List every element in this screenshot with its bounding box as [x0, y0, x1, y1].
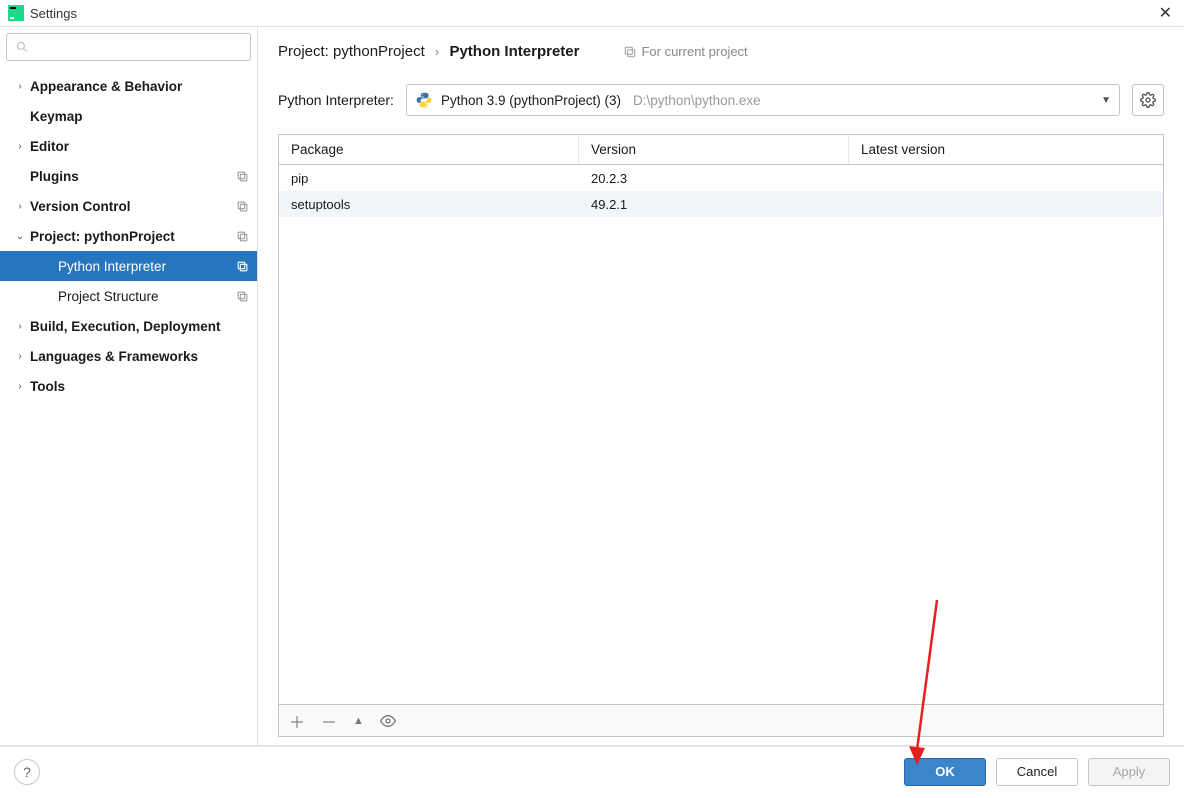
breadcrumb-project[interactable]: Project: pythonProject [278, 43, 425, 60]
sidebar-item-label: Project Structure [58, 289, 236, 304]
sidebar-item-keymap[interactable]: Keymap [0, 101, 257, 131]
project-scope-icon [236, 290, 249, 303]
python-icon [415, 91, 433, 109]
sidebar-item-label: Python Interpreter [58, 259, 236, 274]
chevron-icon: › [14, 141, 26, 152]
col-package[interactable]: Package [279, 135, 579, 164]
sidebar-item-build-execution-deployment[interactable]: › Build, Execution, Deployment [0, 311, 257, 341]
sidebar-item-label: Appearance & Behavior [30, 79, 249, 94]
table-row[interactable]: setuptools49.2.1 [279, 191, 1163, 217]
search-box[interactable] [6, 33, 251, 61]
packages-table: Package Version Latest version pip20.2.3… [278, 134, 1164, 737]
sidebar-item-label: Version Control [30, 199, 236, 214]
project-scope-icon [236, 200, 249, 213]
settings-content: Project: pythonProject › Python Interpre… [258, 27, 1184, 745]
chevron-icon: › [14, 351, 26, 362]
sidebar-item-label: Plugins [30, 169, 236, 184]
search-icon [15, 40, 29, 54]
add-package-button[interactable]: ＋ [289, 709, 305, 733]
interpreter-path: D:\python\python.exe [633, 93, 761, 108]
sidebar-item-label: Build, Execution, Deployment [30, 319, 249, 334]
chevron-icon: ⌄ [14, 231, 26, 242]
sidebar-item-python-interpreter[interactable]: Python Interpreter [0, 251, 257, 281]
sidebar-item-label: Languages & Frameworks [30, 349, 249, 364]
scope-hint-text: For current project [641, 44, 747, 59]
breadcrumb-separator: › [435, 44, 439, 59]
project-scope-icon [236, 260, 249, 273]
col-latest[interactable]: Latest version [849, 135, 1163, 164]
sidebar-item-label: Keymap [30, 109, 249, 124]
window-title: Settings [30, 6, 77, 21]
table-header-row: Package Version Latest version [279, 135, 1163, 165]
breadcrumb-current: Python Interpreter [449, 43, 579, 60]
table-row[interactable]: pip20.2.3 [279, 165, 1163, 191]
scope-hint: For current project [623, 44, 747, 59]
interpreter-dropdown[interactable]: Python 3.9 (pythonProject) (3) D:\python… [406, 84, 1120, 116]
eye-icon [380, 713, 396, 729]
app-icon [8, 5, 24, 21]
settings-sidebar: › Appearance & Behavior Keymap › Editor Plugi… [0, 27, 258, 745]
sidebar-item-label: Tools [30, 379, 249, 394]
interpreter-name: Python 3.9 (pythonProject) (3) [441, 93, 621, 108]
interpreter-settings-button[interactable] [1132, 84, 1164, 116]
ok-button[interactable]: OK [904, 758, 986, 786]
cell-package: pip [279, 171, 579, 186]
sidebar-item-plugins[interactable]: Plugins [0, 161, 257, 191]
chevron-icon: › [14, 81, 26, 92]
table-body: pip20.2.3setuptools49.2.1 [279, 165, 1163, 704]
chevron-icon: › [14, 381, 26, 392]
sidebar-item-version-control[interactable]: › Version Control [0, 191, 257, 221]
cell-version: 20.2.3 [579, 171, 849, 186]
help-button[interactable]: ? [14, 759, 40, 785]
project-scope-icon [236, 230, 249, 243]
breadcrumb: Project: pythonProject › Python Interpre… [278, 43, 579, 60]
sidebar-item-project-structure[interactable]: Project Structure [0, 281, 257, 311]
window-close-button[interactable]: ✕ [1155, 3, 1176, 23]
packages-toolbar: ＋ － ▲ [279, 704, 1163, 736]
sidebar-item-editor[interactable]: › Editor [0, 131, 257, 161]
settings-tree: › Appearance & Behavior Keymap › Editor Plugi… [0, 67, 257, 745]
sidebar-item-label: Project: pythonProject [30, 229, 236, 244]
cell-version: 49.2.1 [579, 197, 849, 212]
show-early-releases-button[interactable] [380, 713, 396, 729]
sidebar-item-project-pythonproject[interactable]: ⌄ Project: pythonProject [0, 221, 257, 251]
copy-icon [623, 45, 637, 59]
search-input[interactable] [35, 40, 242, 55]
apply-button[interactable]: Apply [1088, 758, 1170, 786]
upgrade-package-button[interactable]: ▲ [353, 715, 364, 727]
sidebar-item-tools[interactable]: › Tools [0, 371, 257, 401]
titlebar: Settings ✕ [0, 0, 1184, 26]
col-version[interactable]: Version [579, 135, 849, 164]
cancel-button[interactable]: Cancel [996, 758, 1078, 786]
gear-icon [1140, 92, 1156, 108]
remove-package-button[interactable]: － [321, 709, 337, 733]
chevron-down-icon: ▼ [1101, 95, 1111, 106]
dialog-footer: ? OK Cancel Apply [0, 746, 1184, 796]
chevron-icon: › [14, 321, 26, 332]
cell-package: setuptools [279, 197, 579, 212]
interpreter-label: Python Interpreter: [278, 92, 394, 108]
sidebar-item-languages-frameworks[interactable]: › Languages & Frameworks [0, 341, 257, 371]
chevron-icon: › [14, 201, 26, 212]
sidebar-item-label: Editor [30, 139, 249, 154]
sidebar-item-appearance-behavior[interactable]: › Appearance & Behavior [0, 71, 257, 101]
project-scope-icon [236, 170, 249, 183]
